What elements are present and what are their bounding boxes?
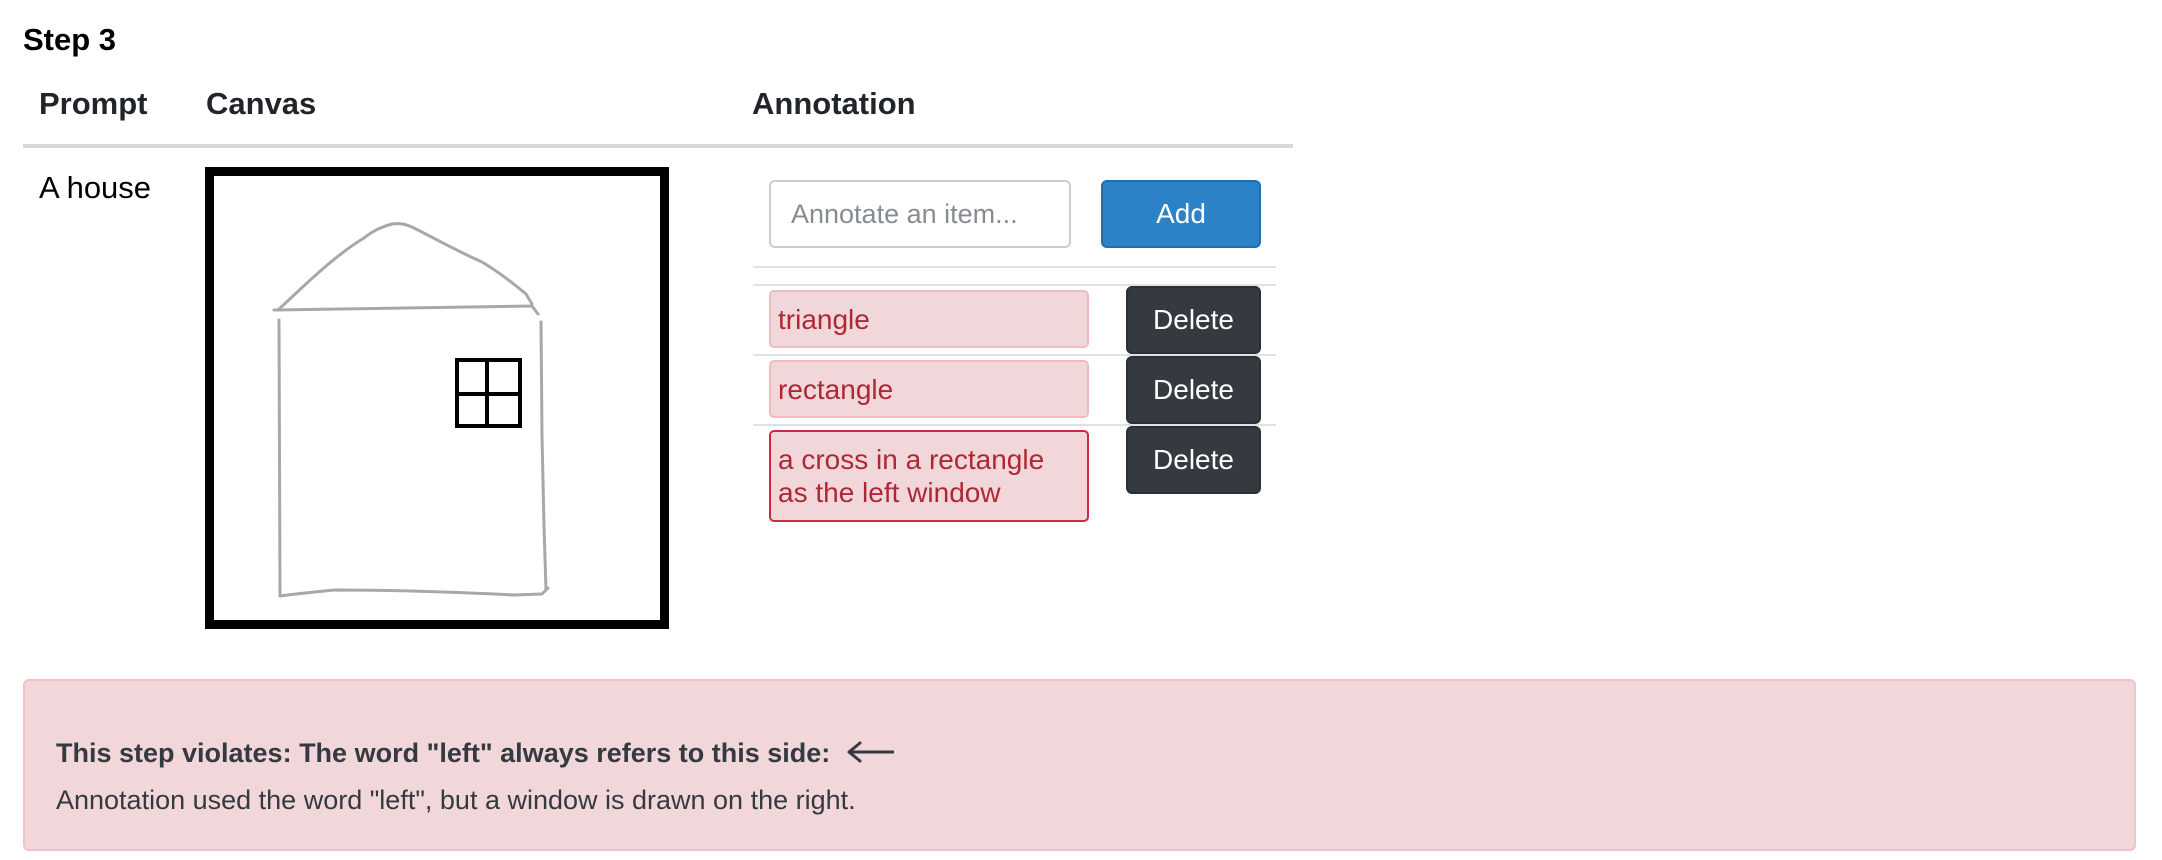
annotation-input[interactable] bbox=[769, 180, 1071, 248]
alert-message: Annotation used the word "left", but a w… bbox=[56, 785, 856, 815]
add-button[interactable]: Add bbox=[1101, 180, 1261, 248]
wall-left-stroke bbox=[277, 318, 282, 598]
annotation-table: Prompt Canvas Annotation A house Annotat… bbox=[23, 80, 1293, 629]
header-annotation: Annotation bbox=[752, 86, 916, 121]
floor-stroke bbox=[278, 586, 550, 598]
roof-base-stroke bbox=[272, 304, 540, 316]
delete-button[interactable]: Delete bbox=[1126, 356, 1261, 424]
list-item: rectangle Delete bbox=[753, 354, 1276, 424]
house-drawing bbox=[272, 222, 550, 598]
prompt-text: A house bbox=[39, 170, 152, 205]
delete-button[interactable]: Delete bbox=[1126, 426, 1261, 494]
annotation-label-invalid: a cross in a rectangle as the left windo… bbox=[769, 430, 1089, 522]
left-arrow-icon bbox=[846, 739, 896, 770]
list-item: triangle Delete bbox=[753, 284, 1276, 354]
header-prompt: Prompt bbox=[39, 86, 148, 121]
table-header: Prompt Canvas Annotation bbox=[23, 80, 1293, 148]
alert-title-text: This step violates: The word "left" alwa… bbox=[56, 738, 831, 768]
step-title: Step 3 bbox=[23, 22, 117, 57]
table-row: A house Add bbox=[23, 148, 1293, 629]
delete-button[interactable]: Delete bbox=[1126, 286, 1261, 354]
roof-stroke bbox=[276, 222, 534, 312]
alert-title: This step violates: The word "left" alwa… bbox=[56, 738, 896, 770]
annotation-label: triangle bbox=[769, 290, 1089, 348]
annotation-label: rectangle bbox=[769, 360, 1089, 418]
wall-right-stroke bbox=[539, 320, 548, 592]
drawing-canvas[interactable] bbox=[205, 167, 669, 629]
add-annotation-row: Add bbox=[753, 148, 1276, 268]
annotation-panel: Add triangle Delete rectangle Delete a c… bbox=[753, 148, 1276, 526]
annotation-list: triangle Delete rectangle Delete a cross… bbox=[753, 284, 1276, 526]
header-canvas: Canvas bbox=[206, 86, 317, 121]
list-item: a cross in a rectangle as the left windo… bbox=[753, 424, 1276, 526]
violation-alert: This step violates: The word "left" alwa… bbox=[23, 679, 2136, 851]
